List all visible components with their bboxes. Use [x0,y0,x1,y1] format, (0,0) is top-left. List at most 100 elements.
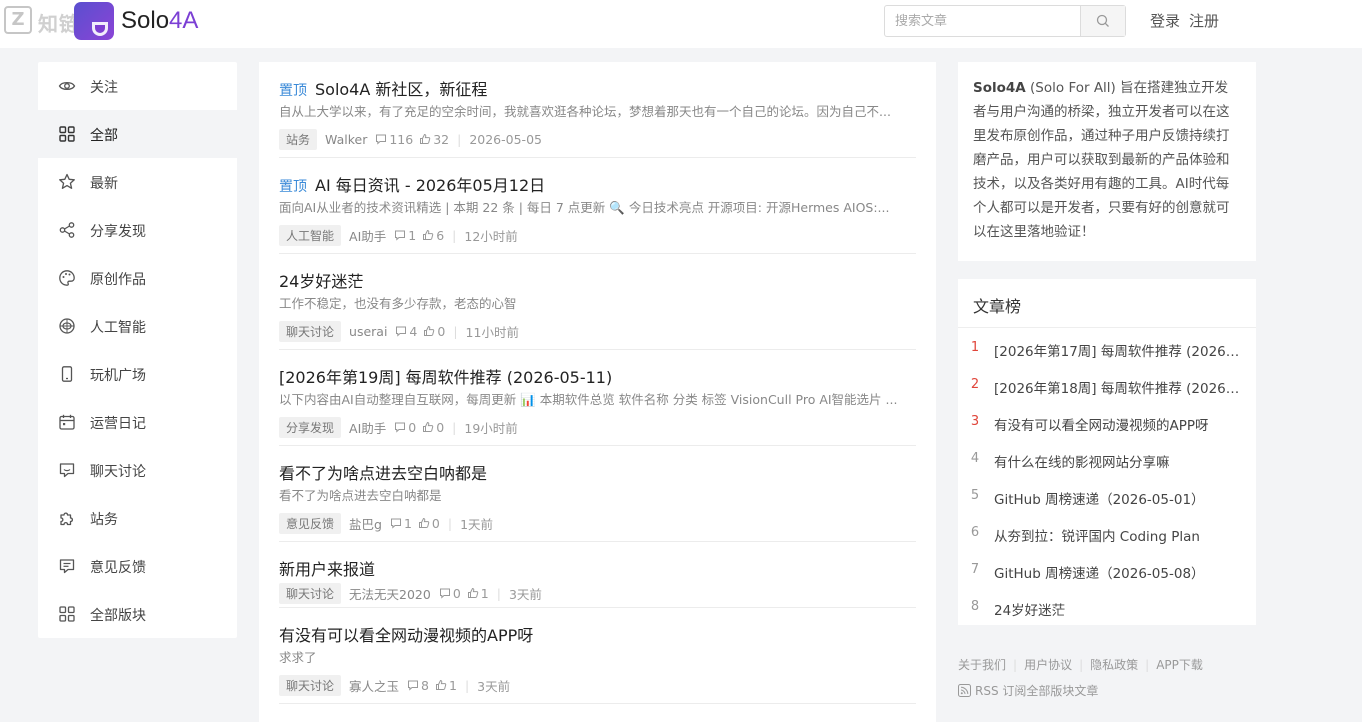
ranking-item[interactable]: 7 GitHub 周榜速递（2026-05-08） [958,556,1256,586]
ranking-title: 文章榜 [958,279,1256,328]
rank-number: 5 [970,488,980,503]
register-link[interactable]: 注册 [1189,10,1219,31]
post-meta: 站务 Walker 116 32 | 2026-05-05 [279,128,542,150]
category-tag[interactable]: 聊天讨论 [279,582,342,604]
sidebar-item-feedback[interactable]: 意见反馈 [38,542,237,590]
post-title[interactable]: 置顶 Solo4A 新社区，新征程 [279,76,487,100]
comment-count: 8 [421,677,429,693]
ranking-item[interactable]: 5 GitHub 周榜速递（2026-05-01） [958,482,1256,512]
comment-count: 0 [408,419,417,435]
sidebar-item-label: 关注 [90,80,118,96]
chat-icon [59,463,75,478]
list-item[interactable]: 有没有可以看全网动漫视频的APP呀 求求了 聊天讨论 寡人之玉 8 1 | 3天… [279,608,916,704]
post-title[interactable]: 有没有可以看全网动漫视频的APP呀 [279,622,533,646]
author-name[interactable]: AI助手 [349,226,386,245]
author-name[interactable]: 无法无天2020 [349,584,431,603]
comment-icon [408,680,419,691]
post-title[interactable]: 24岁好迷茫 [279,268,363,292]
list-item[interactable]: 新用户来报道 聊天讨论 无法无天2020 0 1 | 3天前 [279,542,916,608]
rank-title: [2026年第18周] 每周软件推荐 (2026-05-11) [994,381,1242,397]
author-name[interactable]: Walker [325,132,367,147]
rank-number: 3 [970,414,980,429]
meta-divider: | [464,677,470,693]
ranking-item[interactable]: 8 24岁好迷茫 [958,593,1256,623]
search-icon [1096,14,1109,27]
author-name[interactable]: 寡人之玉 [349,676,399,695]
comment-icon [390,518,401,529]
post-time: 19小时前 [464,420,518,436]
rank-title: [2026年第17周] 每周软件推荐 (2026-05-04) [994,344,1242,360]
footer-link-app[interactable]: APP下载 [1156,658,1203,672]
sidebar-item-label: 分享发现 [90,224,146,240]
search-button[interactable] [1080,6,1125,36]
rss-link[interactable]: RSS 订阅全部版块文章 [958,682,1256,699]
list-item[interactable]: 置顶 Solo4A 新社区，新征程 自从上大学以来，有了充足的空余时间，我就喜欢逛… [279,62,916,158]
ranking-item[interactable]: 1 [2026年第17周] 每周软件推荐 (2026-05-04) [958,334,1256,364]
post-time: 12小时前 [464,228,518,244]
sidebar-item-all-boards[interactable]: 全部版块 [38,590,237,638]
ranking-item[interactable]: 3 有没有可以看全网动漫视频的APP呀 [958,408,1256,438]
post-title-text: Solo4A 新社区，新征程 [315,80,488,99]
sidebar-item-label: 意见反馈 [90,560,146,576]
sidebar-item-phone[interactable]: 玩机广场 [38,350,237,398]
rank-number: 7 [970,562,980,577]
like-count: 0 [436,419,445,435]
ranking-item[interactable]: 2 [2026年第18周] 每周软件推荐 (2026-05-11) [958,371,1256,401]
sidebar-item-site-affairs[interactable]: 站务 [38,494,237,542]
site-logo-text[interactable]: Solo4A [121,7,198,35]
category-tag[interactable]: 人工智能 [279,224,342,246]
author-name[interactable]: userai [349,324,387,339]
about-brand: Solo4A [973,80,1026,96]
ranking-item[interactable]: 4 有什么在线的影视网站分享嘛 [958,445,1256,475]
post-title[interactable]: [2026年第19周] 每周软件推荐 (2026-05-11) [279,364,612,388]
post-time: 1天前 [460,516,494,532]
sidebar-item-label: 运营日记 [90,416,146,432]
sidebar-item-follow[interactable]: 关注 [38,62,237,110]
login-link[interactable]: 登录 [1150,10,1180,31]
list-item[interactable]: 置顶 AI 每日资讯 - 2026年05月12日 面向AI从业者的技术资讯精选 |… [279,158,916,254]
category-tag[interactable]: 聊天讨论 [279,674,342,696]
post-excerpt: 自从上大学以来，有了充足的空余时间，我就喜欢逛各种论坛，梦想着那天也有一个自己的… [279,104,891,119]
post-title[interactable]: 新用户来报道 [279,556,375,580]
comment-count: 0 [452,585,461,601]
post-meta: 聊天讨论 寡人之玉 8 1 | 3天前 [279,674,510,696]
footer-link-terms[interactable]: 用户协议 [1024,658,1072,672]
rank-number: 1 [970,340,980,355]
rank-title: 从夯到拉：锐评国内 Coding Plan [994,529,1200,545]
post-title-text: 24岁好迷茫 [279,272,364,291]
post-title[interactable]: 看不了为啥点进去空白呐都是 [279,460,487,484]
sidebar-item-label: 人工智能 [90,320,146,336]
category-tag[interactable]: 意见反馈 [279,512,342,534]
sidebar-item-ai[interactable]: 人工智能 [38,302,237,350]
footer-link-privacy[interactable]: 隐私政策 [1090,658,1138,672]
category-tag[interactable]: 分享发现 [279,416,342,438]
sidebar-item-chat[interactable]: 聊天讨论 [38,446,237,494]
sidebar-item-all[interactable]: 全部 [38,110,237,158]
sidebar-item-original[interactable]: 原创作品 [38,254,237,302]
rank-number: 4 [970,451,980,466]
about-card: Solo4A (Solo For All) 旨在搭建独立开发者与用户沟通的桥梁，… [958,62,1256,261]
sidebar-item-latest[interactable]: 最新 [38,158,237,206]
category-tag[interactable]: 聊天讨论 [279,320,342,342]
post-title-text: 看不了为啥点进去空白呐都是 [279,464,488,483]
sidebar-item-share[interactable]: 分享发现 [38,206,237,254]
sidebar-item-diary[interactable]: 运营日记 [38,398,237,446]
list-item[interactable]: 24岁好迷茫 工作不稳定，也没有多少存款，老态的心智 聊天讨论 userai 4… [279,254,916,350]
post-title-text: 有没有可以看全网动漫视频的APP呀 [279,626,534,645]
author-name[interactable]: AI助手 [349,418,386,437]
like-icon [423,421,434,432]
list-item[interactable]: 看不了为啥点进去空白呐都是 看不了为啥点进去空白呐都是 意见反馈 盐巴g 1 0… [279,446,916,542]
search-input[interactable] [885,6,1080,36]
category-tag[interactable]: 站务 [279,128,318,150]
post-title[interactable]: 置顶 AI 每日资讯 - 2026年05月12日 [279,172,545,196]
eye-icon [58,81,76,91]
article-ranking: 文章榜 1 [2026年第17周] 每周软件推荐 (2026-05-04) 2 [2… [958,279,1256,625]
list-item[interactable]: [2026年第19周] 每周软件推荐 (2026-05-11) 以下内容由AI自… [279,350,916,446]
ranking-item[interactable]: 6 从夯到拉：锐评国内 Coding Plan [958,519,1256,549]
footer-link-about[interactable]: 关于我们 [958,658,1006,672]
comment-icon [395,230,406,241]
like-count: 32 [433,131,450,147]
author-name[interactable]: 盐巴g [349,514,382,533]
like-count: 1 [480,585,489,601]
solo4a-logo-icon[interactable] [74,2,114,40]
